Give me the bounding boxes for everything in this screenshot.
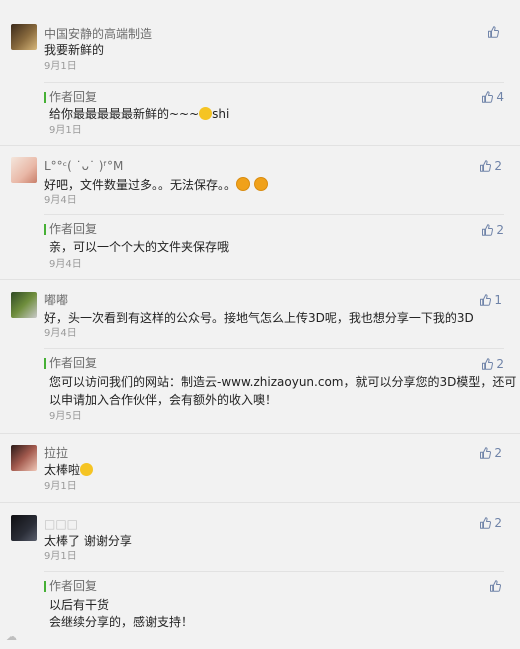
like-button[interactable]: 4 <box>481 90 504 104</box>
like-button[interactable]: 2 <box>479 516 502 530</box>
thumbs-up-icon <box>479 294 491 306</box>
comment-author: 拉拉 <box>44 446 69 460</box>
reply-text-line: 以后有干货 <box>49 598 110 612</box>
comment-date: 9月1日 <box>44 61 77 72</box>
reply-date: 9月1日 <box>49 125 82 136</box>
like-count: 2 <box>494 159 502 173</box>
author-reply: 作者回复 以后有干货 会继续分享的，感谢支持！ <box>44 571 504 642</box>
watermark: ☁ <box>6 630 17 643</box>
like-button[interactable] <box>487 26 502 38</box>
avatar[interactable] <box>11 24 37 50</box>
weibo-icon: ☁ <box>6 630 17 643</box>
comment-author: 嘟嘟 <box>44 293 69 307</box>
comment-author: 中国安静的高端制造 <box>44 27 153 41</box>
comment-date: 9月1日 <box>44 551 77 562</box>
like-button[interactable]: 2 <box>479 446 502 460</box>
avatar[interactable] <box>11 292 37 318</box>
thumbs-up-icon <box>479 447 491 459</box>
divider <box>0 502 520 503</box>
reply-label: 作者回复 <box>44 90 97 104</box>
like-button[interactable] <box>489 580 504 592</box>
reply-label: 作者回复 <box>44 356 97 370</box>
reply-label: 作者回复 <box>44 579 97 593</box>
comment-date: 9月1日 <box>44 481 77 492</box>
reply-text-line: 以申请加入合作伙伴，会有额外的收入噢！ <box>49 393 278 407</box>
thumbs-up-icon <box>481 91 493 103</box>
smiley-icon <box>80 463 94 476</box>
comment-author: □□□ <box>44 517 79 531</box>
like-button[interactable]: 2 <box>481 357 504 371</box>
divider <box>0 433 520 434</box>
like-count: 2 <box>494 516 502 530</box>
comment-text: 好，头一次看到有这样的公众号。接地气怎么上传3D呢，我也想分享一下我的3D <box>44 311 474 325</box>
divider <box>0 145 520 146</box>
avatar[interactable] <box>11 157 37 183</box>
thumbs-up-icon <box>481 224 493 236</box>
reply-date: 9月5日 <box>49 411 82 422</box>
comment-author: L°°ᶜ( ˙ᴗ˙ )ᶠ°M <box>44 159 124 173</box>
reply-text: 亲，可以一个个大的文件夹保存哦 <box>49 240 230 254</box>
avatar[interactable] <box>11 515 37 541</box>
thumbs-up-icon <box>479 517 491 529</box>
like-count: 1 <box>494 293 502 307</box>
comment-date: 9月4日 <box>44 328 77 339</box>
avatar[interactable] <box>11 445 37 471</box>
comment-text: 好吧，文件数量过多。。无法保存。。 <box>44 177 268 194</box>
reply-marker <box>44 357 46 369</box>
reply-label: 作者回复 <box>44 222 97 236</box>
smiley-icon <box>236 177 251 191</box>
author-reply: 作者回复 您可以访问我们的网站：制造云-www.zhizaoyun.com，就可… <box>44 348 516 429</box>
like-count: 4 <box>496 90 504 104</box>
like-button[interactable]: 1 <box>479 293 502 307</box>
reply-marker <box>44 580 46 592</box>
author-reply: 作者回复 给你最最最最最新鲜的~~~ shi 9月1日 4 <box>44 82 504 139</box>
smiley-icon <box>253 177 268 191</box>
like-button[interactable]: 2 <box>479 159 502 173</box>
thumbs-up-icon <box>479 160 491 172</box>
thumbs-up-icon <box>489 580 501 592</box>
like-count: 2 <box>494 446 502 460</box>
thumbs-up-icon <box>481 358 493 370</box>
comment-text: 太棒啦 <box>44 462 94 479</box>
reply-text-line: 您可以访问我们的网站：制造云-www.zhizaoyun.com，就可以分享您的… <box>49 375 517 389</box>
like-count: 2 <box>496 357 504 371</box>
like-count: 2 <box>496 223 504 237</box>
reply-marker <box>44 91 46 103</box>
reply-text: 给你最最最最最新鲜的~~~ shi <box>49 107 230 121</box>
divider <box>0 279 520 280</box>
like-button[interactable]: 2 <box>481 223 504 237</box>
reply-text-line: 会继续分享的，感谢支持！ <box>49 615 194 629</box>
reply-date: 9月4日 <box>49 259 82 270</box>
comment-date: 9月4日 <box>44 195 77 206</box>
comment-text: 太棒了 谢谢分享 <box>44 534 132 548</box>
smiley-icon <box>199 107 213 120</box>
comment-text: 我要新鲜的 <box>44 43 105 57</box>
author-reply: 作者回复 亲，可以一个个大的文件夹保存哦 9月4日 2 <box>44 214 504 271</box>
thumbs-up-icon <box>487 26 499 38</box>
reply-marker <box>44 223 46 235</box>
